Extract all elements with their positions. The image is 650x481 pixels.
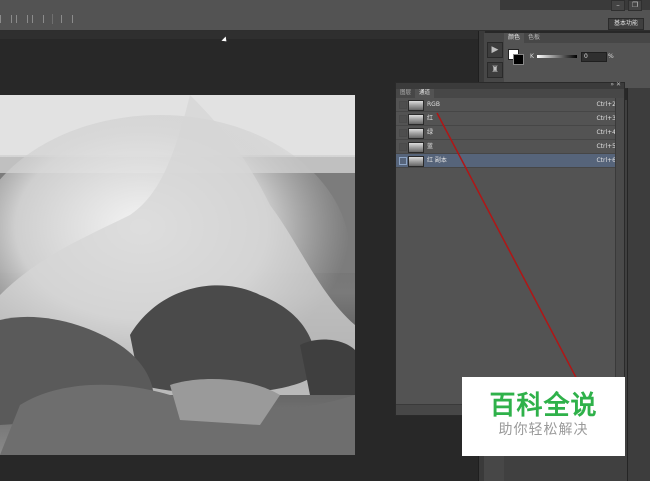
watermark-title: 百科全说 bbox=[489, 391, 598, 421]
watermark-logo: 百科全说 助你轻松解决 bbox=[462, 377, 625, 456]
red-annotation-line bbox=[436, 112, 581, 386]
watermark-subtitle: 助你轻松解决 bbox=[498, 422, 589, 438]
